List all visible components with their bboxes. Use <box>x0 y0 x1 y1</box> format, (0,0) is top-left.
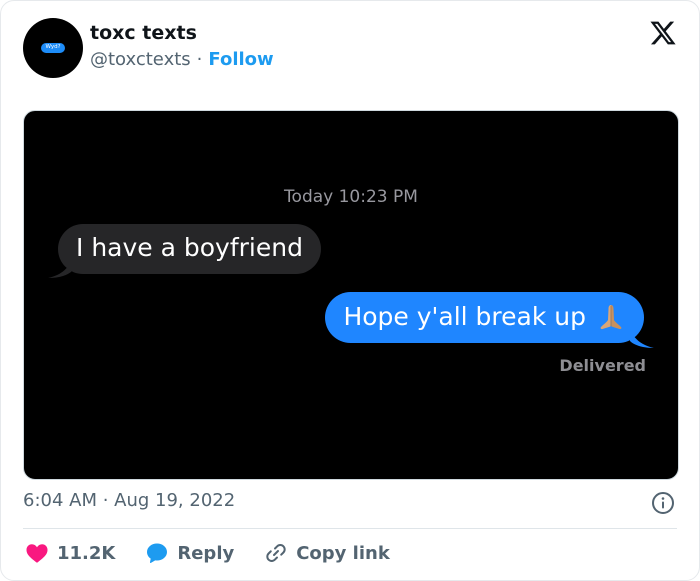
reply-button[interactable]: Reply <box>145 541 234 565</box>
author-handle[interactable]: @toxctexts <box>90 49 191 70</box>
info-icon[interactable] <box>651 491 675 515</box>
embedded-post-card: Wyd? toxc texts @toxctexts · Follow Toda… <box>0 0 700 581</box>
action-bar: 11.2K Reply Copy link <box>25 541 390 565</box>
screenshot-media[interactable]: Today 10:23 PM I have a boyfriend Hope y… <box>23 110 679 480</box>
author-name[interactable]: toxc texts <box>90 22 197 44</box>
post-datetime[interactable]: 6:04 AM · Aug 19, 2022 <box>23 490 235 511</box>
author-handle-row: @toxctexts · Follow <box>90 49 274 70</box>
reply-label: Reply <box>177 542 235 564</box>
heart-icon <box>26 544 48 563</box>
reply-bubble-icon <box>147 543 168 564</box>
avatar-text: Wyd? <box>41 43 65 53</box>
received-message-bubble: I have a boyfriend <box>58 224 321 274</box>
x-logo-icon[interactable] <box>649 19 677 47</box>
like-button[interactable]: 11.2K <box>25 541 115 565</box>
divider <box>23 528 677 529</box>
sent-message-bubble: Hope y'all break up <box>325 292 644 343</box>
copy-link-button[interactable]: Copy link <box>264 541 390 565</box>
follow-button[interactable]: Follow <box>208 49 273 70</box>
folded-hands-emoji-icon <box>600 305 622 330</box>
conversation-timestamp: Today 10:23 PM <box>284 187 418 207</box>
separator-dot: · <box>196 49 203 70</box>
link-icon <box>266 544 286 562</box>
like-count: 11.2K <box>57 542 116 564</box>
copy-link-label: Copy link <box>296 542 390 564</box>
delivered-status: Delivered <box>559 356 646 375</box>
sent-message-text: Hope y'all break up <box>343 302 586 331</box>
avatar[interactable]: Wyd? <box>23 18 83 78</box>
